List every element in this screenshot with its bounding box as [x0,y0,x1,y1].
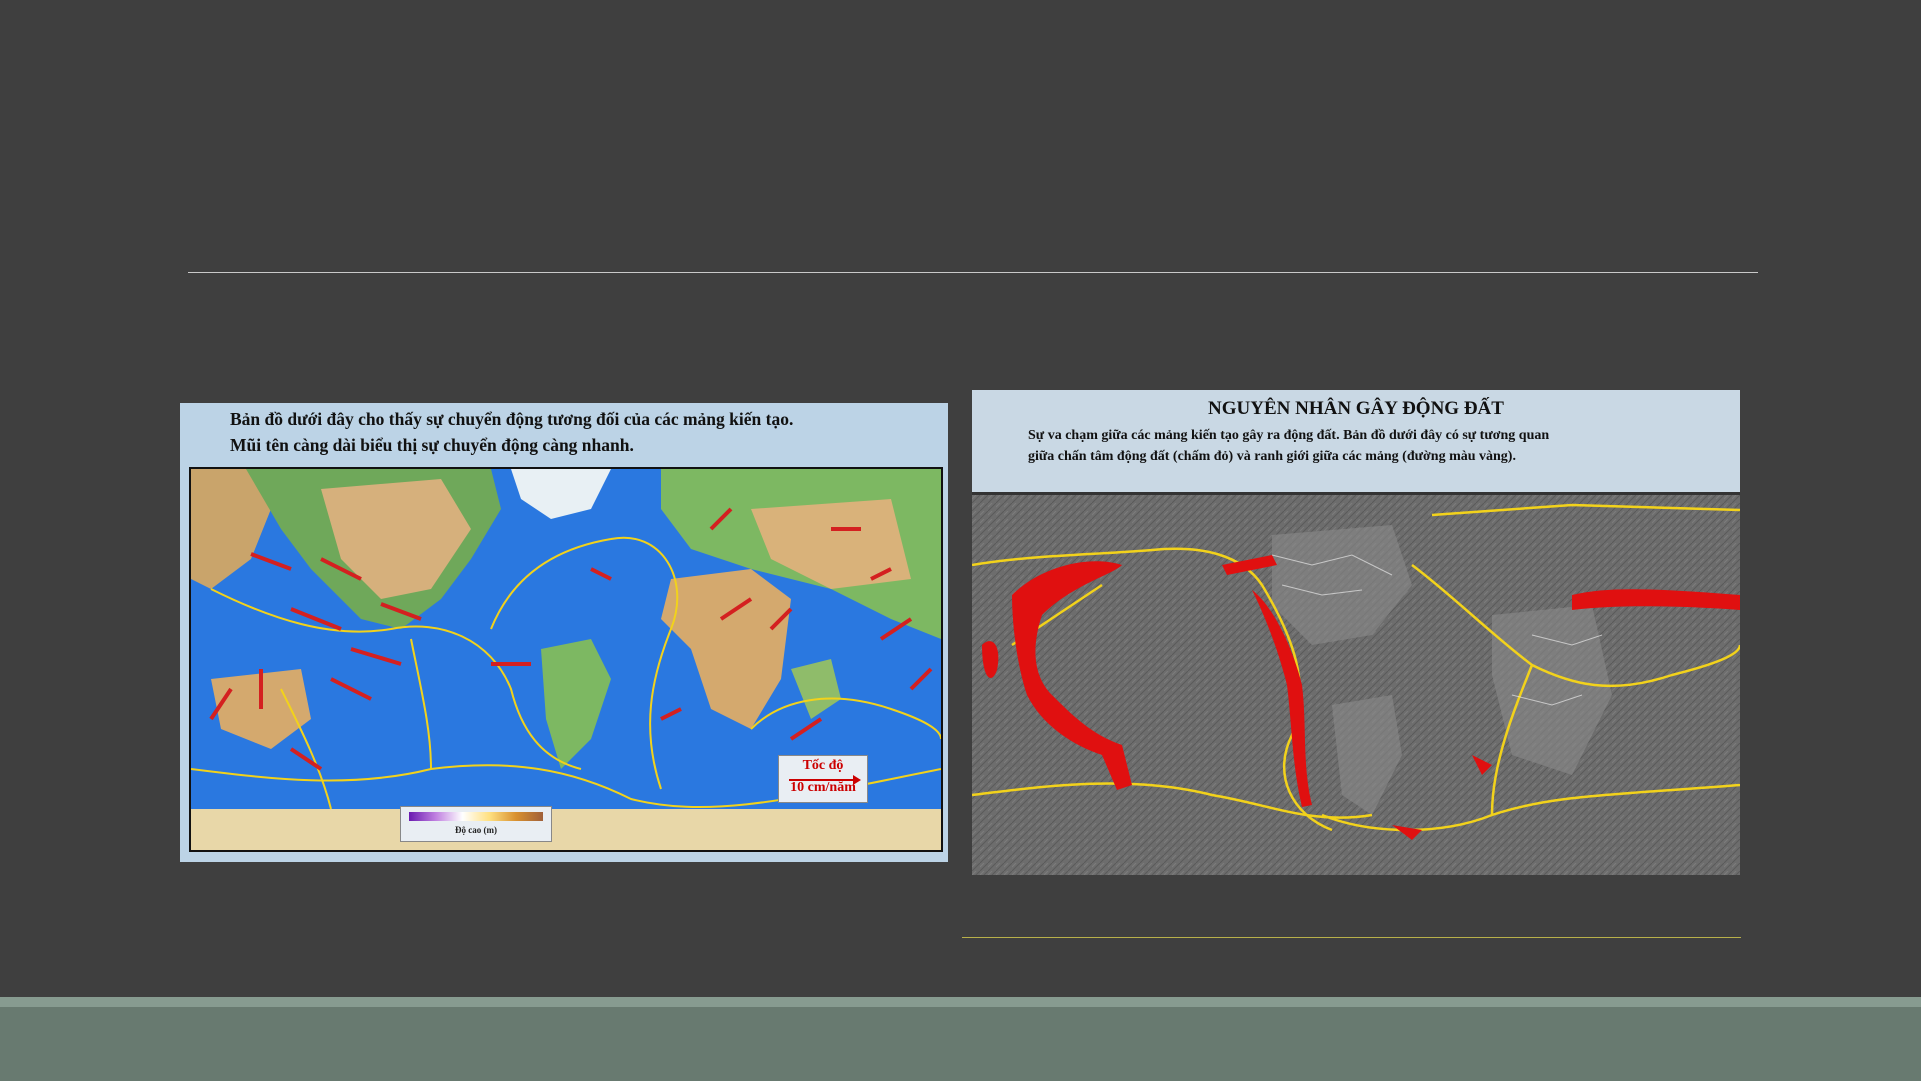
earthquake-cause-title: NGUYÊN NHÂN GÂY ĐỘNG ĐẤT [1208,398,1504,419]
earthquake-cause-caption-line-2: giữa chấn tâm động đất (chấm đỏ) và ranh… [1028,449,1516,464]
elevation-legend-label: Độ cao (m) [455,825,497,835]
plate-motion-figure: Bản đồ dưới đây cho thấy sự chuyển động … [180,403,948,862]
plate-motion-caption: Bản đồ dưới đây cho thấy sự chuyển động … [180,403,948,465]
accent-divider [962,937,1741,938]
elevation-legend: Độ cao (m) [400,806,552,842]
earthquake-cause-caption-line-1: Sự va chạm giữa các mảng kiến tạo gây ra… [1028,428,1550,443]
earthquake-cause-figure: NGUYÊN NHÂN GÂY ĐỘNG ĐẤT Sự va chạm giữa… [972,390,1740,875]
epicenter-map [972,495,1740,875]
epicenter-map-graphic [972,495,1740,875]
elevation-color-scale [409,812,543,821]
speed-legend: Tốc độ 10 cm/năm [778,755,868,803]
earthquake-cause-caption: NGUYÊN NHÂN GÂY ĐỘNG ĐẤT Sự va chạm giữa… [972,390,1740,495]
footer-accent-strip [0,997,1921,1007]
footer-bar [0,997,1921,1081]
speed-arrow-icon [789,775,861,785]
plate-motion-caption-line-1: Bản đồ dưới đây cho thấy sự chuyển động … [230,409,794,429]
plate-motion-caption-line-2: Mũi tên càng dài biểu thị sự chuyển động… [230,435,634,455]
title-divider [188,272,1758,273]
speed-legend-label: Tốc độ [802,758,844,773]
